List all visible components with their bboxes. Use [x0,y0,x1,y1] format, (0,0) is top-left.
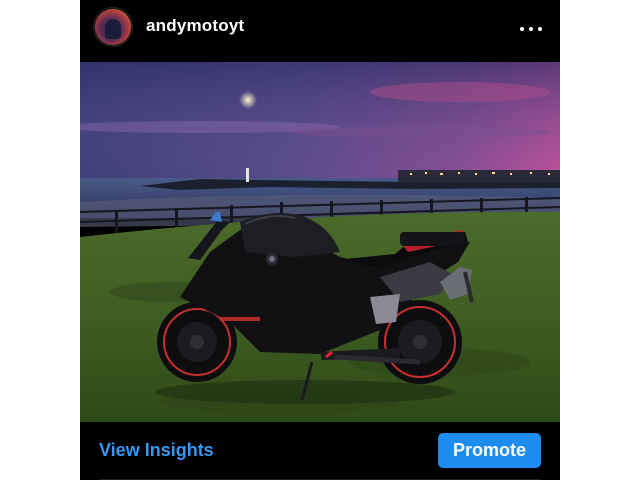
avatar[interactable] [93,7,133,47]
dot [538,27,542,31]
dot [520,27,524,31]
avatar-figure [105,19,121,39]
post-footer: View Insights Promote [80,422,560,480]
motorcycle-photo-svg [80,62,560,422]
post-header: andymotoyt [80,0,560,58]
view-insights-link[interactable]: View Insights [99,440,214,461]
promote-button[interactable]: Promote [438,433,541,468]
username[interactable]: andymotoyt [146,16,244,36]
dot [529,27,533,31]
instagram-post: andymotoyt View Insights Promote [80,0,560,480]
post-photo[interactable] [80,62,560,422]
more-options-icon[interactable] [520,19,542,39]
